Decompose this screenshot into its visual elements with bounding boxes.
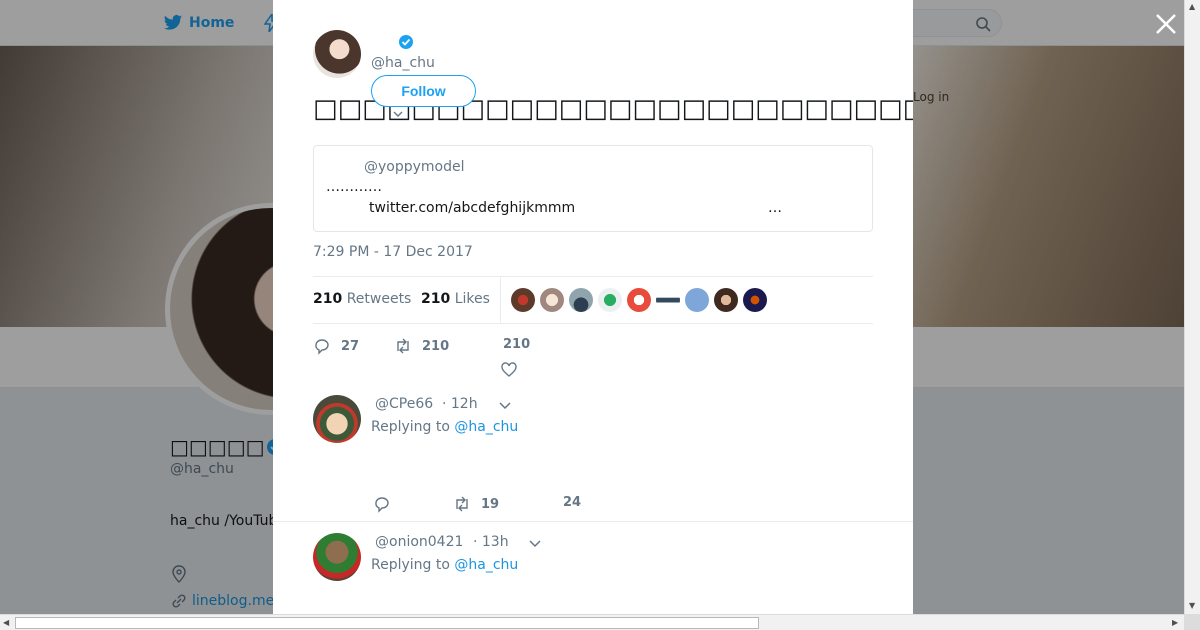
reply-time[interactable]: · 13h [473,534,509,550]
verified-icon [399,35,413,49]
likes-count: 210 [421,291,451,307]
quoted-handle: @yoppymodel [364,159,465,175]
likes-stat[interactable]: 210 Likes [421,291,490,307]
heart-icon[interactable] [500,361,518,379]
reply-count: 27 [341,338,360,354]
like-count: 24 [563,495,582,510]
chevron-down-icon[interactable] [498,398,512,412]
like-count-label: 210 [503,337,530,352]
horizontal-scroll-thumb[interactable] [15,617,759,629]
like-count-label: 24 [563,495,581,510]
replying-prefix: Replying to [371,557,450,573]
scrollbar-corner [1184,614,1200,630]
like-count: 210 [503,337,531,352]
reply-time[interactable]: · 12h [442,396,478,412]
reply-button[interactable]: 27 [313,337,359,355]
reply-button[interactable] [373,495,401,513]
replying-to: Replying to @ha_chu [371,557,518,573]
scroll-up-arrow-icon[interactable]: ▲ [1189,2,1195,11]
tweet-timestamp[interactable]: 7:29 PM - 17 Dec 2017 [313,244,473,260]
quoted-text: ………… [326,179,382,195]
horizontal-scrollbar[interactable]: ◀ ▶ [0,614,1184,630]
liker-avatar[interactable] [569,288,593,312]
quoted-ellipsis: … [768,200,782,216]
quoted-tweet[interactable]: @yoppymodel ………… twitter.com/abcdefghijk… [313,145,873,232]
retweet-count: 210 [422,338,450,354]
chevron-down-icon[interactable] [528,536,542,550]
retweet-button[interactable]: 19 [453,495,499,513]
replying-to-handle[interactable]: @ha_chu [454,419,518,435]
liker-avatar[interactable] [598,288,622,312]
replying-to-handle[interactable]: @ha_chu [454,557,518,573]
chevron-down-icon[interactable] [393,110,403,118]
author-handle[interactable]: @ha_chu [371,55,435,71]
reply-handle[interactable]: @onion0421 [375,534,463,550]
retweets-stat[interactable]: 210 Retweets [313,291,411,307]
tweet-stats: 210 Retweets 210 Likes [313,276,873,324]
scroll-right-arrow-icon[interactable]: ▶ [1172,618,1178,627]
liker-avatar[interactable] [540,288,564,312]
liker-avatar[interactable] [656,288,680,312]
vertical-scrollbar[interactable]: ▲ ▼ [1184,0,1200,614]
stats-divider [500,277,501,323]
reply-icon [315,339,329,355]
retweet-icon [456,496,468,512]
tweet-modal: @ha_chu □□□□□□□□□□□□□□□□□□□□□□□□□□□□□□□□… [273,0,913,614]
retweet-icon [397,338,409,354]
retweet-count: 19 [481,496,500,512]
reply-icon [375,497,389,513]
follow-button[interactable]: Follow [371,75,476,107]
liker-avatars [511,288,772,312]
close-icon[interactable] [1154,12,1178,36]
retweets-count: 210 [313,291,343,307]
retweets-label: Retweets [346,291,412,307]
liker-avatar[interactable] [685,288,709,312]
reply-avatar[interactable] [313,395,361,443]
scroll-left-arrow-icon[interactable]: ◀ [3,618,9,627]
liker-avatar[interactable] [511,288,535,312]
likes-label: Likes [454,291,490,307]
author-avatar[interactable] [313,30,361,78]
replying-to: Replying to @ha_chu [371,419,518,435]
reply-avatar[interactable] [313,533,361,581]
reply-handle[interactable]: @CPe66 [375,396,433,412]
quoted-link[interactable]: twitter.com/abcdefghijkmmm [369,200,575,216]
retweet-button[interactable]: 210 [394,337,449,355]
liker-avatar[interactable] [743,288,767,312]
tweet-actions: 27 210 210 [313,337,873,377]
reply-divider [273,521,913,522]
liker-avatar[interactable] [714,288,738,312]
scroll-down-arrow-icon[interactable]: ▼ [1189,601,1195,610]
replying-prefix: Replying to [371,419,450,435]
liker-avatar[interactable] [627,288,651,312]
